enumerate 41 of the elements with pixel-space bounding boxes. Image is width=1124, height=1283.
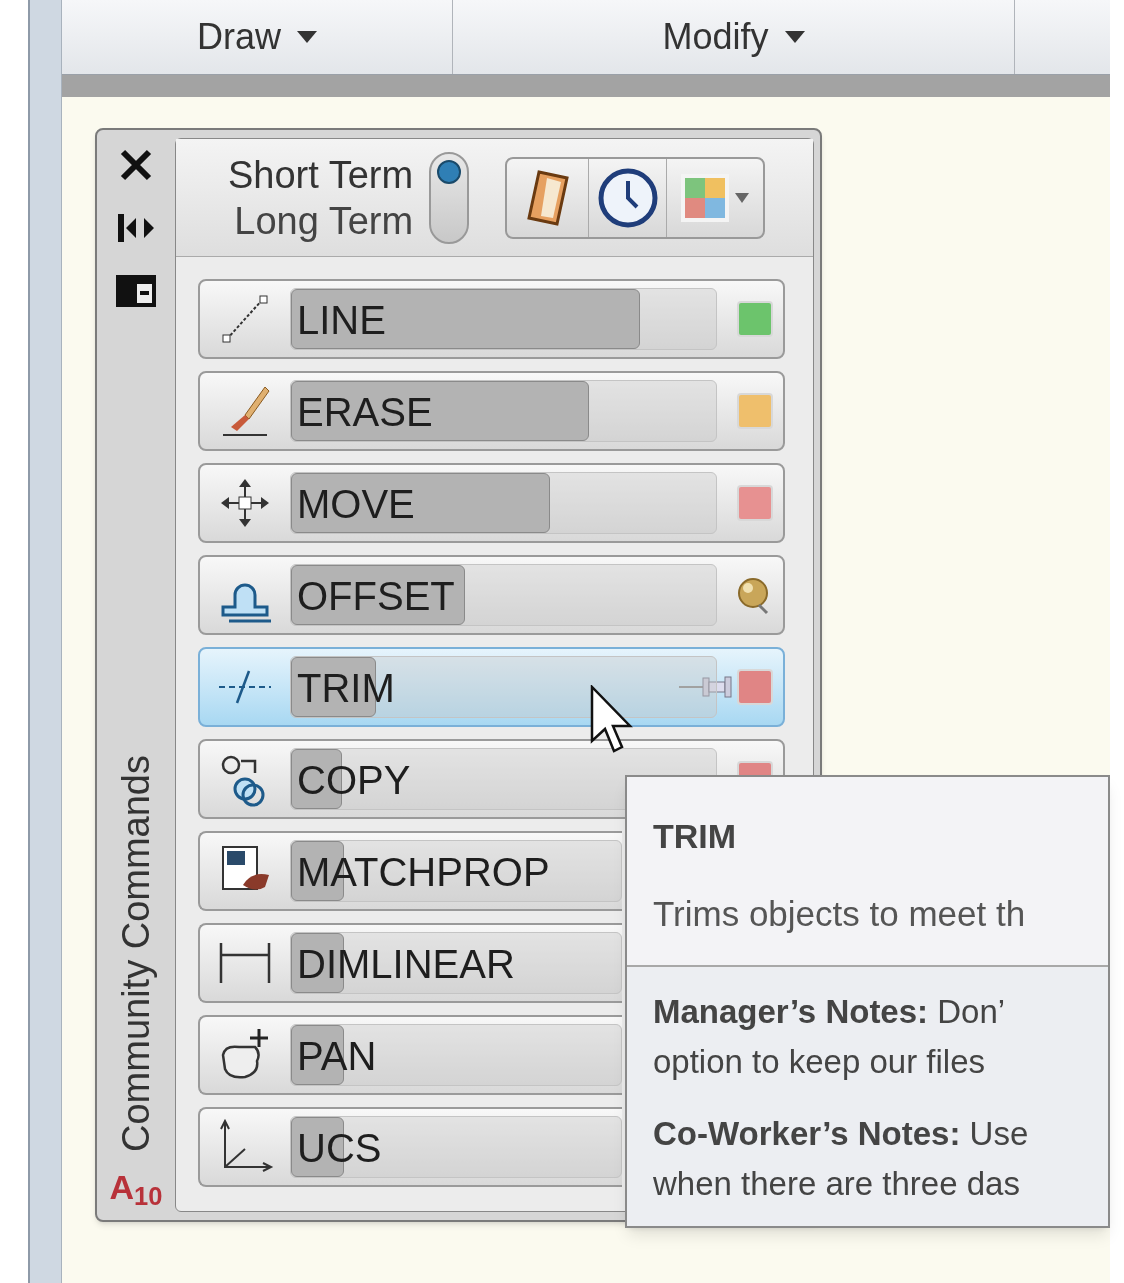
command-row[interactable]: TRIM [198,647,785,727]
command-row[interactable]: PAN [198,1015,622,1095]
command-label: DIMLINEAR [296,942,515,986]
ribbon-panel-title[interactable]: Draw [62,0,453,74]
color-grid-icon [681,173,730,222]
palette-title: Community Commands [113,755,158,1152]
collapse-arrows-icon[interactable] [116,212,156,244]
caret-icon [735,192,750,203]
command-label: MATCHPROP [296,850,550,894]
notebook-icon [524,167,571,228]
ribbon-panel-title[interactable]: Modify [453,0,1015,74]
term-option[interactable]: Long Term [234,197,414,244]
term-option[interactable]: Short Term [228,151,414,198]
caret-icon [784,31,805,43]
command-row[interactable]: DIMLINEAR [198,923,622,1003]
note-text: option to keep our files [653,1041,987,1082]
command-row[interactable]: OFFSET [198,555,785,635]
command-label: PAN [296,1034,377,1078]
command-row[interactable]: ERASE [198,371,785,451]
command-row[interactable]: MATCHPROP [198,831,622,911]
note-text: when there are three das [653,1163,1021,1204]
command-label: TRIM [296,666,395,710]
command-label: COPY [296,758,411,802]
command-row[interactable]: LINE [198,279,785,359]
command-label: OFFSET [296,574,455,618]
note-text: Co-Worker’s Notes: Use [653,1113,1030,1154]
command-row[interactable]: UCS [198,1107,622,1187]
term-switch[interactable] [429,151,470,244]
tooltip-title: TRIM [653,816,738,857]
command-label: ERASE [296,390,433,434]
properties-icon[interactable] [115,274,157,308]
command-label: LINE [296,298,386,342]
close-icon[interactable] [119,148,153,182]
caret-icon [297,31,317,43]
command-label: UCS [296,1126,382,1170]
logo: A$_{10}$ [109,1170,163,1204]
command-row[interactable]: MOVE [198,463,785,543]
tooltip-description: Trims objects to meet th [653,893,1027,935]
command-label: MOVE [296,482,415,526]
clock-icon [596,166,659,229]
note-text: Manager’s Notes: Don’ [653,991,1007,1032]
